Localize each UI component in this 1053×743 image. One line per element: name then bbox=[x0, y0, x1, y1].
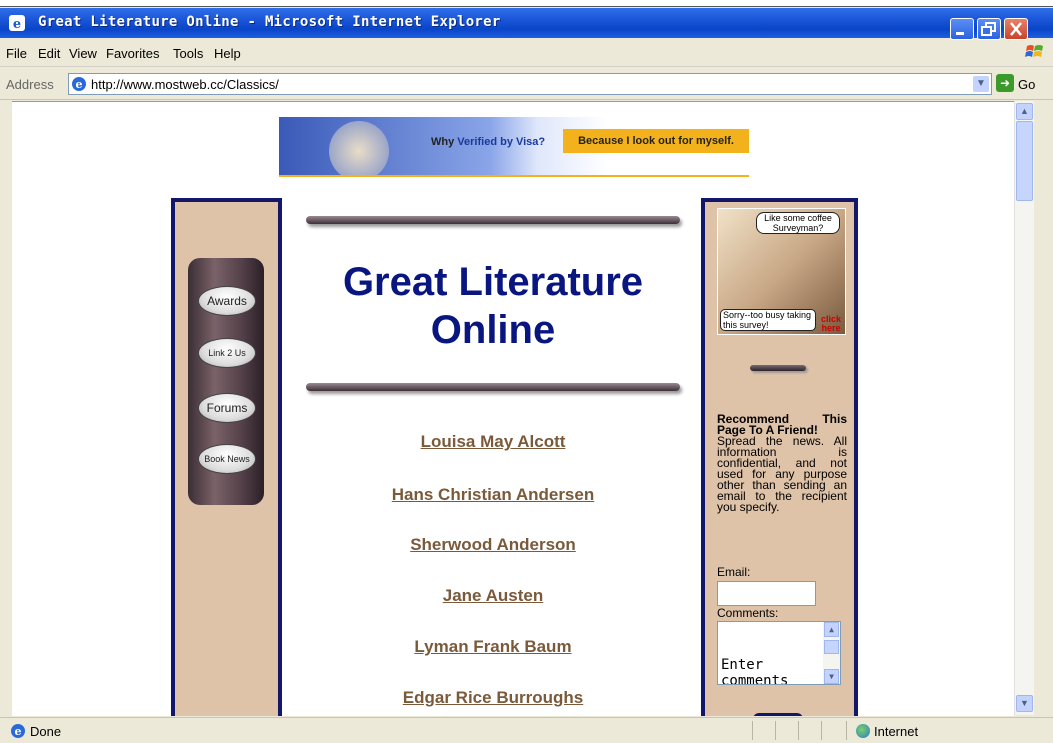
screen-top-edge bbox=[0, 0, 1053, 7]
address-label: Address bbox=[6, 77, 54, 92]
page-viewport: Why Verified by Visa? Because I look out… bbox=[12, 101, 1014, 716]
recommend-text: Spread the news. All information is conf… bbox=[717, 434, 847, 514]
ad-photo bbox=[329, 121, 389, 175]
comments-scroll-thumb[interactable] bbox=[824, 640, 839, 654]
comments-label: Comments: bbox=[717, 606, 779, 620]
survey-ad[interactable]: Like some coffee Surveyman? Sorry--too b… bbox=[717, 208, 846, 335]
restore-icon bbox=[981, 22, 996, 36]
decorative-bar-top bbox=[306, 216, 680, 224]
author-link[interactable]: Hans Christian Andersen bbox=[282, 485, 704, 505]
page-title: Great Literature Online bbox=[282, 258, 704, 354]
decorative-bar-small bbox=[750, 365, 806, 371]
page-icon: e bbox=[11, 724, 25, 738]
go-label[interactable]: Go bbox=[1018, 77, 1035, 92]
minimize-button[interactable] bbox=[950, 18, 974, 40]
status-divider bbox=[798, 721, 799, 740]
address-dropdown-button[interactable]: ▼ bbox=[973, 76, 989, 92]
status-text: Done bbox=[30, 724, 62, 739]
svg-text:e: e bbox=[15, 725, 22, 738]
ie-logo-icon: e bbox=[9, 15, 25, 32]
address-bar: Address e http://www.mostweb.cc/Classics… bbox=[0, 69, 1053, 100]
ad-question-prefix: Why bbox=[431, 136, 455, 148]
comments-field[interactable]: Enter comments here. ▲ ▼ bbox=[717, 621, 841, 685]
status-divider bbox=[752, 721, 753, 740]
author-link[interactable]: Jane Austen bbox=[282, 586, 704, 606]
globe-icon bbox=[856, 724, 870, 738]
ad-tagline: Because I look out for myself. bbox=[563, 129, 749, 153]
visa-banner-ad[interactable]: Why Verified by Visa? Because I look out… bbox=[279, 117, 749, 177]
menu-edit[interactable]: Edit bbox=[38, 46, 60, 61]
window-titlebar[interactable]: e Great Literature Online - Microsoft In… bbox=[0, 8, 1053, 40]
ad-question: Why Verified by Visa? bbox=[431, 136, 545, 148]
svg-text:e: e bbox=[76, 78, 83, 91]
status-divider bbox=[775, 721, 776, 740]
right-sidebar: Like some coffee Surveyman? Sorry--too b… bbox=[701, 198, 858, 716]
chevron-down-icon: ▼ bbox=[976, 78, 986, 89]
svg-text:e: e bbox=[13, 17, 21, 32]
send-button[interactable] bbox=[753, 713, 803, 716]
menu-favorites[interactable]: Favorites bbox=[106, 46, 159, 61]
comments-scrollbar[interactable]: ▲ ▼ bbox=[823, 622, 840, 684]
scroll-up-icon[interactable]: ▲ bbox=[824, 622, 839, 637]
email-field[interactable] bbox=[717, 581, 816, 606]
scroll-down-icon[interactable]: ▼ bbox=[1016, 695, 1033, 712]
nav-booknews-button[interactable]: Book News bbox=[198, 444, 256, 474]
author-link[interactable]: Louisa May Alcott bbox=[282, 432, 704, 452]
recommend-section: Recommend This Page To A Friend! Spread … bbox=[717, 412, 847, 514]
window-title: Great Literature Online - Microsoft Inte… bbox=[38, 14, 501, 30]
survey-ad-bubble-bottom: Sorry--too busy taking this survey! bbox=[720, 309, 816, 331]
left-sidebar: Awards Link 2 Us Forums Book News bbox=[171, 198, 282, 716]
email-label: Email: bbox=[717, 565, 751, 579]
menu-tools[interactable]: Tools bbox=[173, 46, 203, 61]
page-scrollbar[interactable]: ▲ ▼ bbox=[1014, 101, 1034, 715]
close-icon bbox=[1010, 22, 1022, 36]
menu-help[interactable]: Help bbox=[214, 46, 241, 61]
survey-ad-click-here[interactable]: click here bbox=[819, 315, 843, 333]
main-content: Great Literature Online Louisa May Alcot… bbox=[282, 198, 704, 716]
nav-forums-button[interactable]: Forums bbox=[198, 393, 256, 423]
restore-button[interactable] bbox=[977, 18, 1001, 40]
author-link[interactable]: Lyman Frank Baum bbox=[282, 637, 704, 657]
menu-bar: File Edit View Favorites Tools Help bbox=[0, 40, 1053, 67]
sidebar-nav: Awards Link 2 Us Forums Book News bbox=[188, 258, 264, 505]
survey-ad-bubble-top: Like some coffee Surveyman? bbox=[756, 212, 840, 234]
close-button[interactable] bbox=[1004, 18, 1028, 40]
page-title-line2: Online bbox=[430, 308, 556, 352]
author-link[interactable]: Edgar Rice Burroughs bbox=[282, 688, 704, 708]
author-link[interactable]: Sherwood Anderson bbox=[282, 535, 704, 555]
menu-view[interactable]: View bbox=[69, 46, 97, 61]
comments-text: Enter comments here. bbox=[721, 657, 789, 685]
scroll-up-icon[interactable]: ▲ bbox=[1016, 103, 1033, 120]
nav-link2us-button[interactable]: Link 2 Us bbox=[198, 338, 256, 368]
address-input[interactable]: e http://www.mostweb.cc/Classics/ ▼ bbox=[68, 73, 992, 95]
arrow-right-icon: ➜ bbox=[999, 76, 1011, 90]
security-zone: Internet bbox=[874, 724, 919, 739]
recommend-heading: Recommend This Page To A Friend! bbox=[717, 412, 847, 437]
go-button[interactable]: ➜ bbox=[996, 74, 1014, 92]
scrollbar-thumb[interactable] bbox=[1016, 121, 1033, 201]
scroll-down-icon[interactable]: ▼ bbox=[824, 669, 839, 684]
minimize-icon bbox=[956, 32, 964, 35]
page-title-line1: Great Literature bbox=[342, 260, 644, 304]
windows-logo-icon bbox=[1025, 45, 1043, 57]
nav-awards-button[interactable]: Awards bbox=[198, 286, 256, 316]
menu-file[interactable]: File bbox=[6, 46, 27, 61]
status-divider bbox=[821, 721, 822, 740]
status-divider bbox=[846, 721, 847, 740]
decorative-bar-bottom bbox=[306, 383, 680, 391]
status-bar: e Done Internet bbox=[0, 717, 1053, 743]
ad-question-brand: Verified by Visa? bbox=[457, 136, 546, 148]
address-url: http://www.mostweb.cc/Classics/ bbox=[91, 77, 279, 92]
page-icon: e bbox=[72, 77, 86, 91]
